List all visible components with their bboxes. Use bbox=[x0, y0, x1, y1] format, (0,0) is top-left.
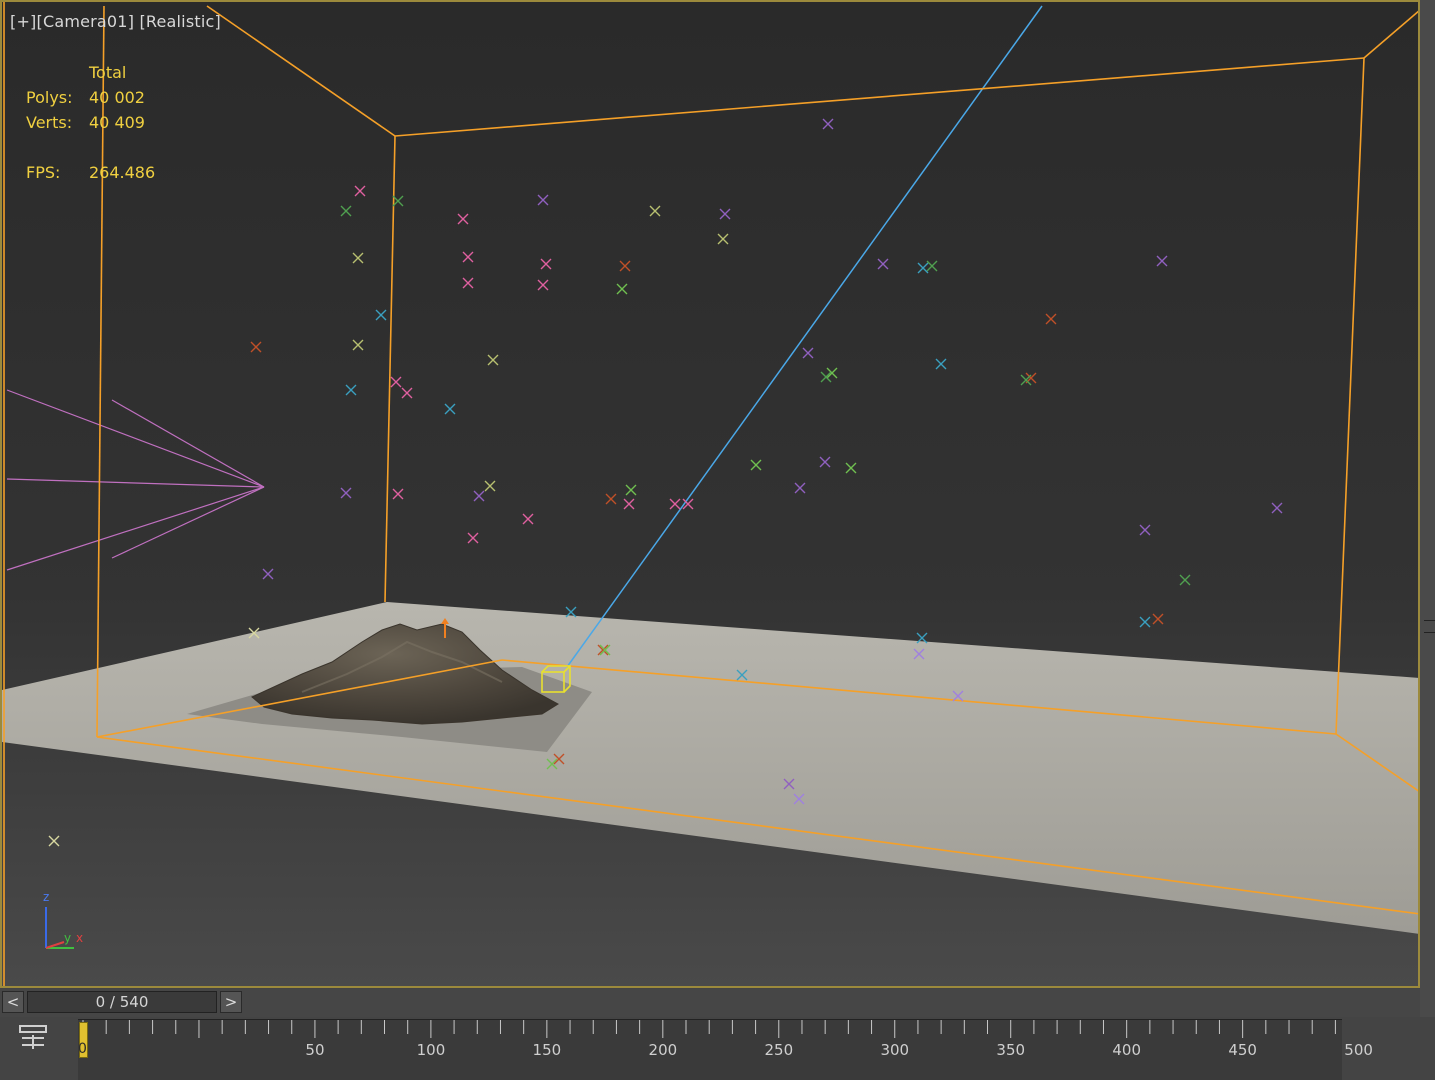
ruler-label: 200 bbox=[648, 1041, 678, 1059]
axis-label-z: z bbox=[43, 890, 50, 904]
time-slider[interactable]: 0 / 540 bbox=[27, 991, 217, 1013]
current-frame-label: 0 bbox=[78, 1041, 87, 1057]
fps-label: FPS: bbox=[26, 163, 61, 182]
viewport-shading-menu[interactable]: [Realistic] bbox=[139, 12, 220, 31]
ruler-label: 100 bbox=[416, 1041, 446, 1059]
ruler-label: 450 bbox=[1228, 1041, 1257, 1059]
verts-value: 40 409 bbox=[89, 113, 145, 132]
ruler-label: 300 bbox=[880, 1041, 910, 1059]
ruler-label: 400 bbox=[1112, 1041, 1142, 1059]
polys-label: Polys: bbox=[26, 88, 73, 107]
axis-label-x: x bbox=[76, 931, 84, 945]
ruler-label: 250 bbox=[764, 1041, 794, 1059]
viewport-label: [+][Camera01] [Realistic] bbox=[10, 12, 221, 31]
axis-label-y: y bbox=[64, 931, 72, 945]
ruler-label: 500 bbox=[1344, 1041, 1373, 1059]
next-frame-button[interactable]: > bbox=[220, 991, 242, 1013]
trackbar: 50 100 150 200 250 300 350 400 450 500 0 bbox=[0, 1017, 1435, 1080]
viewport-side-strip bbox=[1420, 0, 1435, 1080]
ruler-label: 350 bbox=[996, 1041, 1026, 1059]
stats-header: Total bbox=[89, 63, 127, 82]
camera-viewport[interactable]: [+][Camera01] [Realistic] Total Polys: 40… bbox=[0, 0, 1420, 988]
ruler-label: 150 bbox=[532, 1041, 562, 1059]
verts-label: Verts: bbox=[26, 113, 73, 132]
previous-frame-button[interactable]: < bbox=[2, 991, 24, 1013]
scene-statistics: Total Polys: 40 002 Verts: 40 409 FPS: 264.… bbox=[26, 60, 155, 185]
polys-value: 40 002 bbox=[89, 88, 145, 107]
curve-editor-icon[interactable] bbox=[18, 1023, 48, 1051]
time-slider-bar: < 0 / 540 > bbox=[0, 989, 1420, 1017]
scene-render[interactable] bbox=[2, 2, 1420, 988]
trackbar-ruler[interactable]: 50 100 150 200 250 300 350 400 450 500 0 bbox=[78, 1019, 1373, 1080]
ruler-label: 50 bbox=[305, 1041, 325, 1059]
viewport-camera-menu[interactable]: [Camera01] bbox=[37, 12, 135, 31]
viewport-menu-plus[interactable]: [+] bbox=[10, 12, 37, 31]
fps-value: 264.486 bbox=[89, 163, 156, 182]
